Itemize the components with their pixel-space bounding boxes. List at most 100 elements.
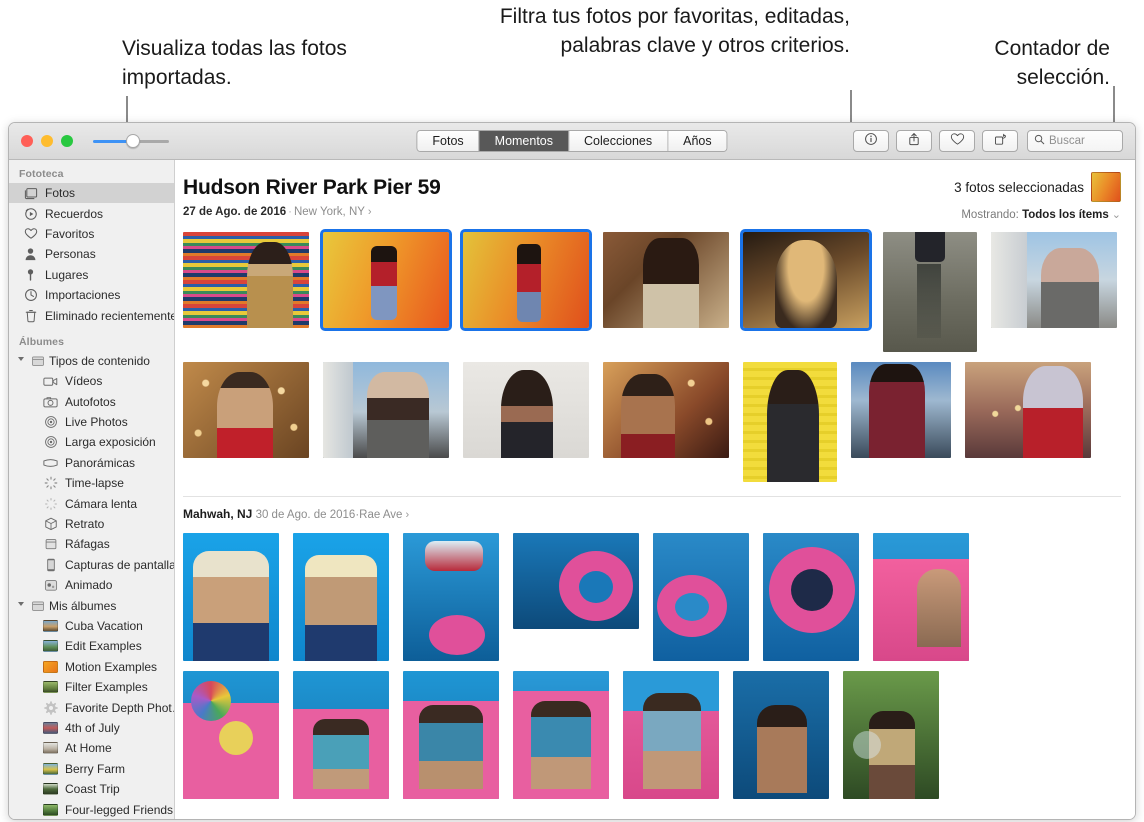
photo-thumbnail[interactable]: [873, 533, 969, 661]
photo-subject: [425, 541, 483, 571]
slider-knob[interactable]: [126, 134, 140, 148]
photo-thumbnail[interactable]: [603, 362, 729, 458]
minimize-button[interactable]: [41, 135, 53, 147]
photo-thumbnail-selected[interactable]: [320, 229, 452, 331]
photo-thumbnail[interactable]: [513, 671, 609, 799]
close-button[interactable]: [21, 135, 33, 147]
photo-thumbnail-selected[interactable]: [460, 229, 592, 331]
photo-thumbnail[interactable]: [293, 533, 389, 661]
sidebar-item-larga-exposicion[interactable]: Larga exposición: [9, 432, 174, 452]
sidebar-item-videos[interactable]: Vídeos: [9, 371, 174, 391]
sidebar-group-mis-albumes[interactable]: Mis álbumes: [9, 595, 174, 615]
sidebar-item-motion-examples[interactable]: Motion Examples: [9, 657, 174, 677]
sidebar-item-capturas-de-pantalla[interactable]: Capturas de pantalla: [9, 555, 174, 575]
sidebar-item-eliminado-recientemente[interactable]: Eliminado recientemente: [9, 305, 174, 325]
heart-icon: [950, 132, 965, 151]
sidebar-item-favorite-depth-photos[interactable]: Favorite Depth Phot…: [9, 697, 174, 717]
view-mode-segmented-control[interactable]: Fotos Momentos Colecciones Años: [416, 130, 728, 152]
chevron-down-icon[interactable]: ⌄: [1112, 209, 1121, 221]
photo-thumbnail[interactable]: [403, 533, 499, 661]
showing-filter[interactable]: Mostrando: Todos los ítems ⌄: [954, 208, 1121, 221]
photo-thumbnail[interactable]: [763, 533, 859, 661]
favorite-button[interactable]: [939, 130, 975, 152]
photo-thumbnail[interactable]: [965, 362, 1091, 458]
photo-thumbnail[interactable]: [843, 671, 939, 799]
zoom-button[interactable]: [61, 135, 73, 147]
photo-thumbnail[interactable]: [851, 362, 951, 458]
photo-thumbnail[interactable]: [743, 362, 837, 482]
sidebar-item-recuerdos[interactable]: Recuerdos: [9, 203, 174, 223]
photo-grid-area[interactable]: 3 fotos seleccionadas Mostrando: Todos l…: [175, 160, 1135, 819]
heart-icon: [23, 226, 38, 241]
photo-thumbnail[interactable]: [403, 671, 499, 799]
thumbnail-size-slider[interactable]: [93, 134, 169, 148]
sidebar-item-personas[interactable]: Personas: [9, 244, 174, 264]
sidebar-item-4th-of-july[interactable]: 4th of July: [9, 718, 174, 738]
sidebar-item-at-home[interactable]: At Home: [9, 738, 174, 758]
sidebar-item-camara-lenta[interactable]: Cámara lenta: [9, 493, 174, 513]
album-thumbnail: [43, 660, 58, 673]
photo-thumbnail[interactable]: [623, 671, 719, 799]
sidebar-item-retrato[interactable]: Retrato: [9, 514, 174, 534]
photo-thumbnail[interactable]: [463, 362, 589, 458]
photo-thumbnail[interactable]: [883, 232, 977, 352]
photo-thumbnail[interactable]: [653, 533, 749, 661]
search-field[interactable]: Buscar: [1027, 130, 1123, 152]
sidebar-item-label: Animado: [65, 578, 113, 593]
share-button[interactable]: [896, 130, 932, 152]
sidebar-item-berry-farm[interactable]: Berry Farm: [9, 759, 174, 779]
sidebar-item-lugares[interactable]: Lugares: [9, 265, 174, 285]
chevron-down-icon[interactable]: [18, 356, 24, 365]
sidebar-item-label: Capturas de pantalla: [65, 557, 175, 572]
long-exposure-icon: [43, 435, 58, 450]
photo-thumbnail[interactable]: [183, 362, 309, 458]
photo-thumbnail[interactable]: [991, 232, 1117, 328]
sidebar-group-tipos-de-contenido[interactable]: Tipos de contenido: [9, 351, 174, 371]
tab-fotos[interactable]: Fotos: [417, 131, 479, 151]
sidebar-item-live-photos[interactable]: Live Photos: [9, 412, 174, 432]
photo-thumbnail[interactable]: [293, 671, 389, 799]
photo-subject: [869, 364, 925, 458]
sidebar-item-panoramicas[interactable]: Panorámicas: [9, 453, 174, 473]
sidebar-item-animado[interactable]: Animado: [9, 575, 174, 595]
sidebar[interactable]: Fototeca Fotos Recuerdos Favoritos Perso…: [9, 160, 175, 819]
info-button[interactable]: [853, 130, 889, 152]
photo-thumbnail[interactable]: [733, 671, 829, 799]
tab-momentos[interactable]: Momentos: [478, 131, 569, 151]
album-thumbnail: [43, 721, 58, 734]
sidebar-item-fotos[interactable]: Fotos: [9, 183, 174, 204]
photo-thumbnail[interactable]: [183, 232, 309, 328]
chevron-right-icon[interactable]: ›: [368, 206, 372, 218]
sidebar-item-four-legged-friends[interactable]: Four-legged Friends: [9, 799, 174, 819]
sidebar-item-autofotos[interactable]: Autofotos: [9, 392, 174, 412]
tab-anos[interactable]: Años: [667, 131, 727, 151]
moment-date: 30 de Ago. de 2016: [255, 509, 356, 521]
photo-thumbnail[interactable]: [603, 232, 729, 328]
moment-place[interactable]: Rae Ave: [359, 509, 402, 521]
photo-thumbnail[interactable]: [323, 362, 449, 458]
sidebar-item-label: Vídeos: [65, 374, 103, 389]
sidebar-item-importaciones[interactable]: Importaciones: [9, 285, 174, 305]
moment-section: Mahwah, NJ 30 de Ago. de 2016·Rae Ave ›: [183, 507, 1121, 799]
sidebar-item-favoritos[interactable]: Favoritos: [9, 224, 174, 244]
sidebar-item-time-lapse[interactable]: Time-lapse: [9, 473, 174, 493]
photo-row: [183, 362, 1121, 482]
moment-place[interactable]: New York, NY: [294, 206, 365, 218]
sidebar-item-edit-examples[interactable]: Edit Examples: [9, 636, 174, 656]
sidebar-item-rafagas[interactable]: Ráfagas: [9, 534, 174, 554]
sidebar-item-cuba-vacation[interactable]: Cuba Vacation: [9, 616, 174, 636]
chevron-down-icon[interactable]: [18, 601, 24, 610]
tab-colecciones[interactable]: Colecciones: [568, 131, 668, 151]
photo-thumbnail[interactable]: [183, 533, 279, 661]
photo-thumbnail-selected[interactable]: [740, 229, 872, 331]
chevron-right-icon[interactable]: ›: [405, 509, 409, 521]
photo-thumbnail[interactable]: [513, 533, 639, 629]
sidebar-item-coast-trip[interactable]: Coast Trip: [9, 779, 174, 799]
sidebar-item-filter-examples[interactable]: Filter Examples: [9, 677, 174, 697]
photo-thumbnail[interactable]: [183, 671, 279, 799]
moment-subtitle[interactable]: Mahwah, NJ 30 de Ago. de 2016·Rae Ave ›: [183, 507, 1121, 521]
folder-icon: [30, 353, 45, 368]
rotate-button[interactable]: [982, 130, 1018, 152]
sidebar-item-label: Panorámicas: [65, 455, 136, 470]
photo-detail: [531, 701, 591, 789]
